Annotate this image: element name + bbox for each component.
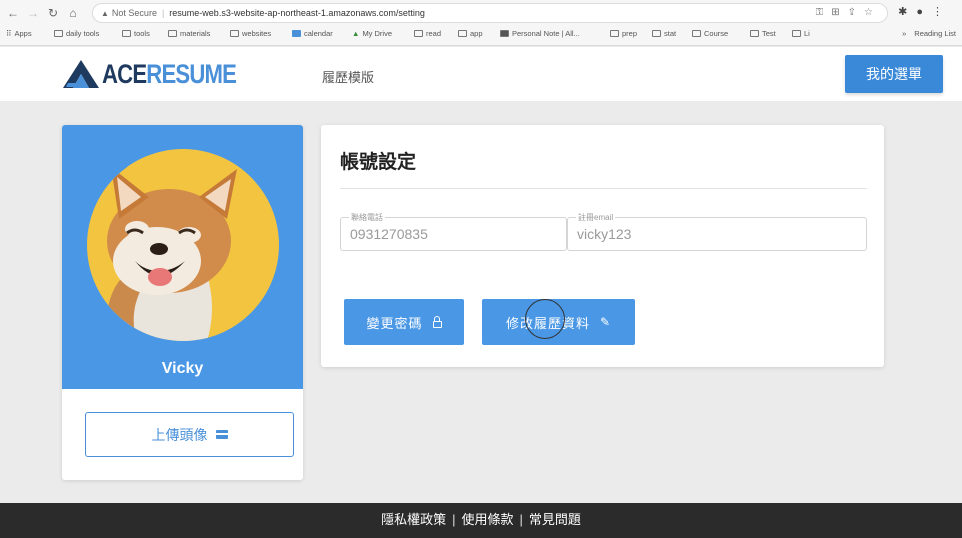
folder-icon [750, 30, 759, 37]
bookmark-item[interactable]: calendar [292, 29, 333, 38]
click-indicator [525, 299, 565, 339]
lock-icon [432, 315, 442, 328]
privacy-policy-link[interactable]: 隱私權政策 [381, 512, 446, 527]
terms-link[interactable]: 使用條款 [461, 512, 513, 527]
bookmarks-bar: ⠿ Apps daily tools tools materials websit… [0, 26, 962, 44]
change-password-label: 變更密碼 [366, 315, 423, 331]
shiba-dog-icon [106, 167, 237, 341]
bookmark-item[interactable]: app [458, 29, 483, 38]
address-bar[interactable]: ▲ Not Secure | resume-web.s3-website-ap-nor… [92, 3, 888, 23]
folder-icon [168, 30, 177, 37]
footer: 隱私權政策 | 使用條款 | 常見問題 [0, 503, 962, 538]
folder-icon [54, 30, 63, 37]
profile-icon[interactable]: ● [916, 6, 932, 18]
logo-mark-icon [63, 60, 99, 88]
bookmark-item[interactable]: prep [610, 29, 637, 38]
app-header: ACERESUME 履歷模版 我的選單 [0, 47, 962, 101]
reading-list[interactable]: » Reading List [902, 29, 956, 38]
star-icon[interactable]: ☆ [864, 7, 881, 18]
drive-icon: ▲ [352, 29, 360, 38]
url-text: resume-web.s3-website-ap-northeast-1.ama… [169, 8, 425, 18]
change-password-button[interactable]: 變更密碼 [344, 299, 464, 345]
faq-link[interactable]: 常見問題 [529, 512, 581, 527]
bookmark-item[interactable]: Li [792, 29, 810, 38]
bookmark-apps[interactable]: ⠿ Apps [6, 29, 32, 38]
note-icon [500, 30, 509, 37]
divider [340, 188, 867, 189]
folder-icon [122, 30, 131, 37]
account-settings-card: 帳號設定 聯絡電話 0931270835 註冊email vicky123 變更… [321, 125, 884, 367]
pencil-icon: ✎ [599, 315, 612, 329]
bookmark-item[interactable]: read [414, 29, 441, 38]
profile-card: Vicky 上傳頭像 [62, 125, 303, 480]
more-icon[interactable]: ⋮ [932, 6, 952, 18]
upload-avatar-label: 上傳頭像 [151, 426, 208, 443]
apps-grid-icon: ⠿ [6, 29, 12, 38]
address-row: ← → ↻ ⌂ ▲ Not Secure | resume-web.s3-websit… [0, 2, 962, 24]
folder-icon [458, 30, 467, 37]
nav-templates-link[interactable]: 履歷模版 [322, 67, 374, 86]
phone-field-value: 0931270835 [350, 226, 428, 242]
browser-chrome: ← → ↻ ⌂ ▲ Not Secure | resume-web.s3-websit… [0, 0, 962, 46]
bookmark-item[interactable]: Personal Note | All... [500, 29, 580, 38]
bookmark-item[interactable]: ▲ My Drive [352, 29, 392, 38]
security-label: Not Secure [111, 8, 157, 18]
folder-icon [792, 30, 801, 37]
profile-header: Vicky [62, 125, 303, 389]
bookmark-item[interactable]: materials [168, 29, 210, 38]
email-field-value: vicky123 [577, 226, 632, 242]
bookmark-item[interactable]: daily tools [54, 29, 99, 38]
translate-icon[interactable]: ⊞ [831, 7, 847, 18]
extension-icon[interactable]: ✱ [898, 6, 916, 18]
settings-title: 帳號設定 [340, 152, 417, 173]
profile-username: Vicky [161, 360, 204, 377]
my-menu-button[interactable]: 我的選單 [845, 55, 943, 93]
card-icon [215, 430, 228, 439]
folder-icon [414, 30, 423, 37]
back-icon[interactable]: ← [4, 4, 22, 22]
email-field-label: 註冊email [576, 212, 616, 223]
avatar [87, 149, 279, 341]
bookmark-item[interactable]: tools [122, 29, 150, 38]
extension-icons: ✱●⋮ [898, 5, 952, 18]
key-icon[interactable]: ⚿ [816, 7, 832, 18]
folder-icon [692, 30, 701, 37]
phone-field[interactable]: 聯絡電話 0931270835 [340, 212, 567, 251]
bookmark-item[interactable]: websites [230, 29, 271, 38]
logo[interactable]: ACERESUME [62, 59, 266, 89]
bookmark-item[interactable]: Test [750, 29, 776, 38]
bookmark-item[interactable]: Course [692, 29, 728, 38]
forward-icon[interactable]: → [24, 4, 42, 22]
chevron-icon: » [902, 29, 907, 38]
reload-icon[interactable]: ↻ [44, 4, 62, 22]
folder-icon [610, 30, 619, 37]
share-icon[interactable]: ⇪ [848, 7, 864, 18]
logo-text: ACERESUME [102, 58, 237, 89]
upload-avatar-button[interactable]: 上傳頭像 [85, 412, 294, 457]
phone-field-label: 聯絡電話 [349, 212, 385, 223]
omnibox-icons: ⚿⊞⇪☆ [816, 4, 881, 22]
folder-icon [230, 30, 239, 37]
calendar-icon [292, 30, 301, 37]
home-icon[interactable]: ⌂ [64, 4, 82, 22]
bookmark-item[interactable]: stat [652, 29, 676, 38]
warning-icon: ▲ [101, 9, 109, 18]
folder-icon [652, 30, 661, 37]
email-field[interactable]: 註冊email vicky123 [567, 212, 867, 251]
